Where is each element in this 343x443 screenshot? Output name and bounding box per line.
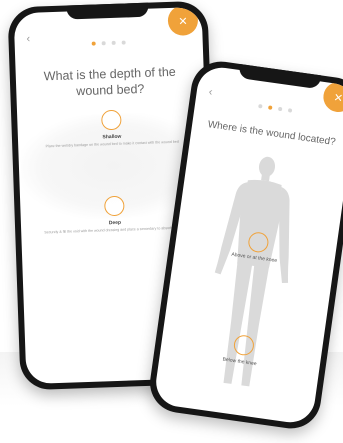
- close-icon: ✕: [332, 91, 343, 105]
- phone-notch: [66, 2, 149, 20]
- close-icon: ✕: [178, 15, 188, 28]
- question-title: What is the depth of the wound bed?: [43, 64, 176, 99]
- progress-dots: [14, 29, 203, 54]
